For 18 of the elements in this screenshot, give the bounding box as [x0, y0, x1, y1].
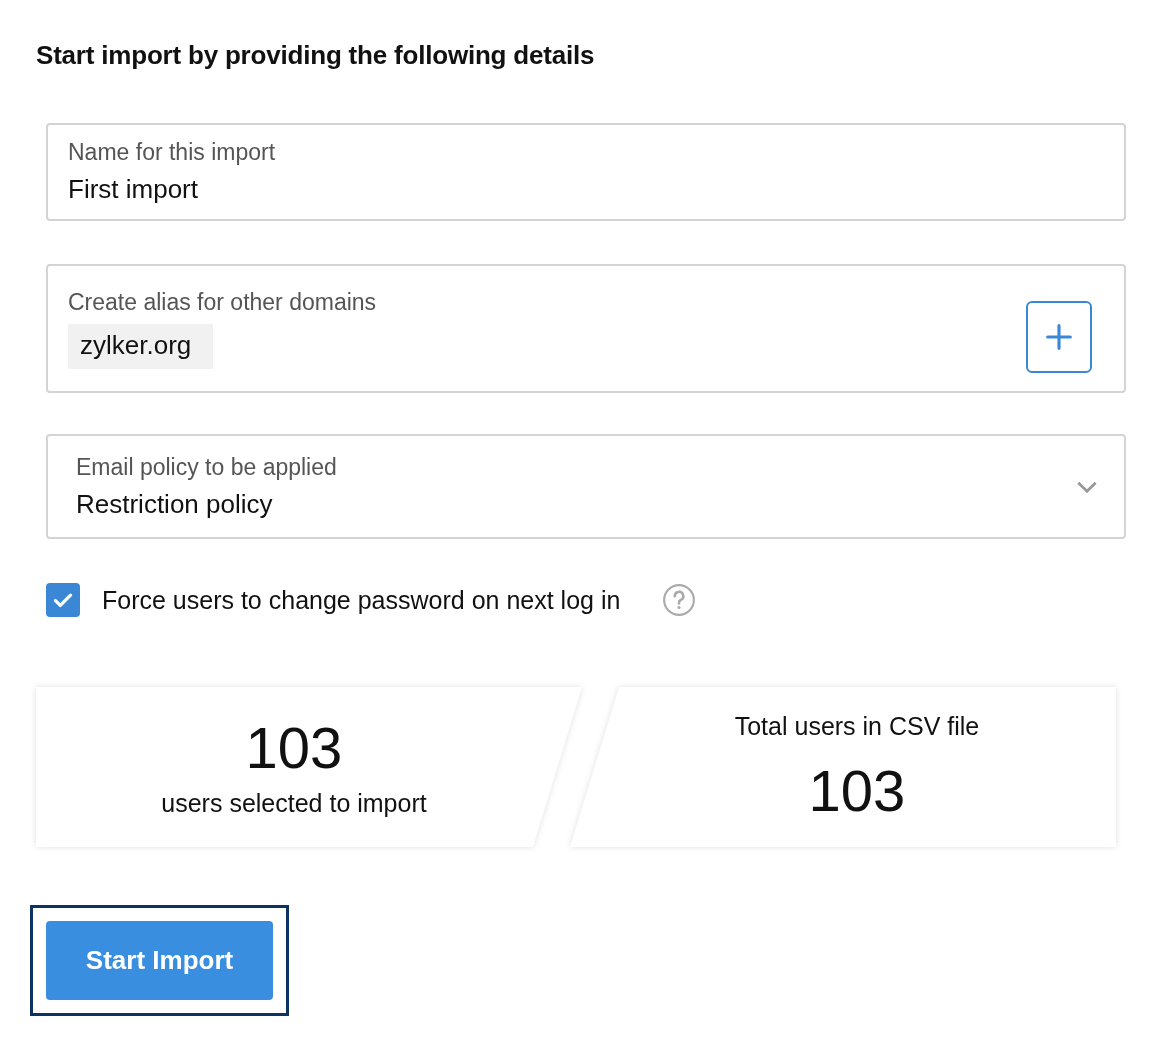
input-field[interactable]: Create alias for other domains zylker.org — [46, 264, 1126, 393]
stat-caption: Total users in CSV file — [734, 711, 980, 741]
field-value: Restriction policy — [76, 488, 274, 520]
field-label: Name for this import — [68, 139, 277, 166]
form-heading: Start import by providing the following details — [36, 40, 596, 71]
field-label: Create alias for other domains — [68, 288, 378, 316]
stat-value: 103 — [808, 758, 906, 823]
stat-value: 103 — [245, 715, 343, 780]
stat-caption: users selected to import — [161, 789, 427, 819]
field-label: Email policy to be applied — [76, 453, 338, 481]
add-button[interactable] — [1026, 300, 1092, 373]
domain-tag: zylker.org — [68, 323, 214, 369]
checkbox[interactable] — [46, 583, 80, 617]
help-icon — [662, 583, 697, 617]
input-field[interactable]: Name for this import First import — [46, 123, 1126, 221]
dropdown-field[interactable]: Email policy to be applied Restriction policy — [46, 434, 1126, 539]
field-value: First import — [68, 174, 199, 205]
checkbox-label: Force users to change password on next log in — [102, 585, 621, 615]
